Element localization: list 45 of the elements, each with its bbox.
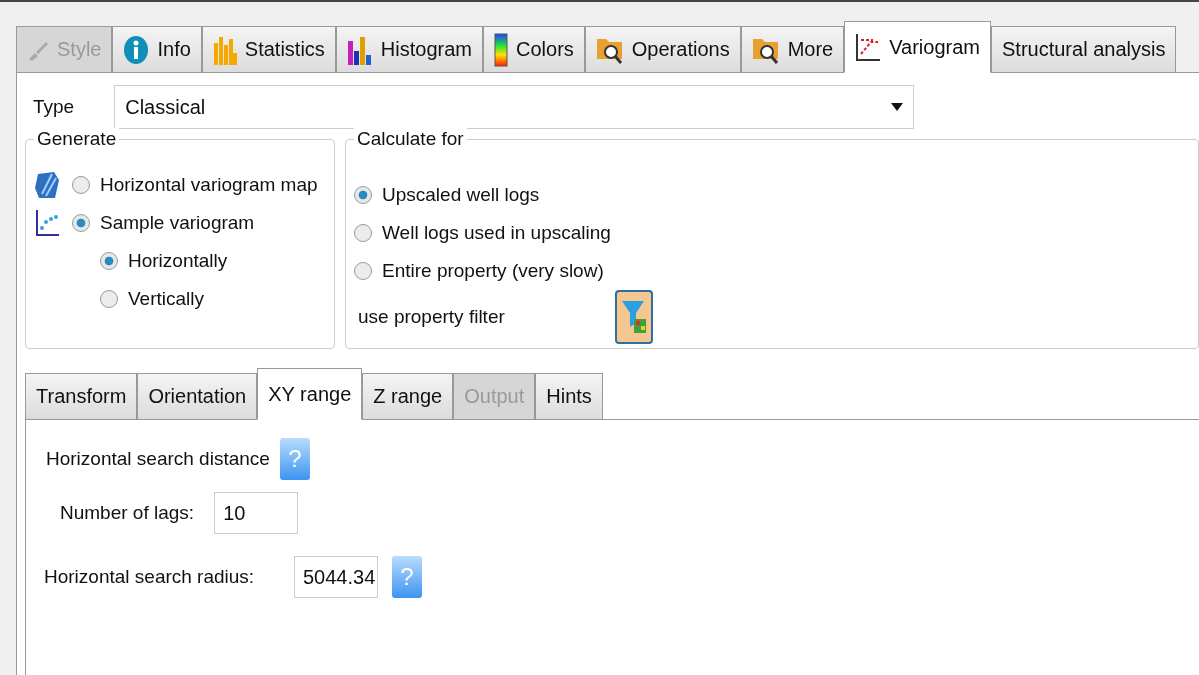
option-label: Vertically <box>128 288 205 310</box>
radio-button[interactable] <box>72 214 90 232</box>
type-dropdown[interactable]: Classical <box>114 85 915 129</box>
filter-button[interactable] <box>614 290 653 344</box>
radius-label: Horizontal search radius: <box>44 566 256 588</box>
tab[interactable]: Z range <box>362 373 454 419</box>
radio-button[interactable] <box>72 176 90 194</box>
radio-button[interactable] <box>354 262 372 280</box>
option-label: Sample variogram <box>100 212 255 234</box>
scatter-plot-icon <box>34 208 60 238</box>
radio-button[interactable] <box>100 252 118 270</box>
option-label: Entire property (very slow) <box>382 260 604 282</box>
tab[interactable]: Orientation <box>137 373 258 419</box>
radius-input[interactable]: 5044.34 <box>294 556 378 598</box>
tab[interactable]: Histogram <box>335 26 483 72</box>
color-scale-icon <box>494 32 508 67</box>
type-label: Type <box>33 96 75 118</box>
dropdown-arrow-icon <box>891 103 904 111</box>
radio-button[interactable] <box>354 186 372 204</box>
radio-button[interactable] <box>354 224 372 242</box>
lags-input[interactable]: 10 <box>214 492 299 534</box>
lags-label: Number of lags: <box>60 502 195 524</box>
bar-chart-icon <box>212 34 237 65</box>
tab[interactable]: XY range <box>257 368 363 420</box>
tab[interactable]: Statistics <box>201 26 336 72</box>
info-icon <box>123 34 150 65</box>
variogram-icon <box>855 32 882 62</box>
bar-chart-icon <box>346 34 373 65</box>
radio-button[interactable] <box>100 290 118 308</box>
tab[interactable]: Info <box>112 26 202 72</box>
option-label: Horizontally <box>128 250 228 272</box>
tab[interactable]: More <box>740 26 845 72</box>
tab[interactable]: Hints <box>535 373 603 419</box>
tab[interactable]: Operations <box>584 26 741 72</box>
section-heading: Horizontal search distance <box>46 448 270 470</box>
tab[interactable]: Transform <box>25 373 138 419</box>
tab[interactable]: Variogram <box>844 21 991 73</box>
filter-label: use property filter <box>358 306 505 328</box>
option-label: Horizontal variogram map <box>100 174 318 196</box>
option-label: Well logs used in upscaling <box>382 222 611 244</box>
tab[interactable]: Colors <box>483 26 585 72</box>
tab[interactable]: Structural analysis <box>991 26 1177 72</box>
option-label: Upscaled well logs <box>382 184 540 206</box>
funnel-icon <box>620 299 647 335</box>
surface-icon <box>34 170 60 200</box>
